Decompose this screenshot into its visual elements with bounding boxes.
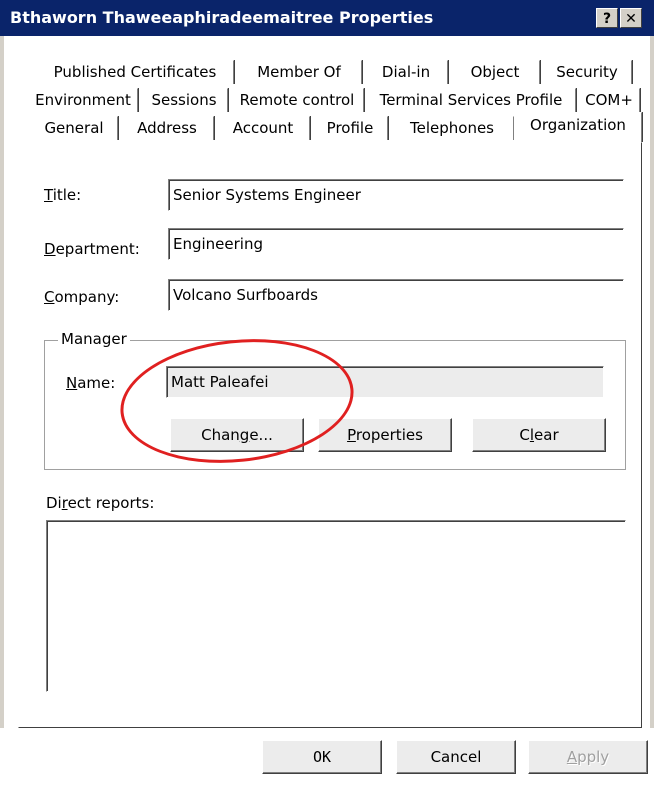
window-border-left — [0, 36, 4, 786]
help-button[interactable]: ? — [596, 8, 618, 28]
tab-account[interactable]: Account — [216, 116, 310, 140]
properties-dialog: Bthaworn Thaweeaphiradeemaitree Properti… — [0, 0, 654, 786]
clear-button[interactable]: Clear — [472, 418, 606, 452]
title-field[interactable]: Senior Systems Engineer — [168, 179, 624, 211]
direct-reports-label: Direct reports: — [46, 494, 155, 512]
tab-dial-in[interactable]: Dial-in — [364, 60, 448, 84]
window-border-right — [650, 36, 654, 786]
tab-sessions[interactable]: Sessions — [140, 88, 228, 112]
tab-address[interactable]: Address — [120, 116, 214, 140]
department-field[interactable]: Engineering — [168, 228, 624, 260]
manager-name-label: Name: — [66, 374, 116, 392]
title-label: Title: — [44, 186, 82, 204]
tab-general[interactable]: General — [30, 116, 118, 140]
window-title: Bthaworn Thaweeaphiradeemaitree Properti… — [10, 8, 434, 27]
tab-environment[interactable]: Environment — [28, 88, 138, 112]
tab-object[interactable]: Object — [450, 60, 540, 84]
company-field[interactable]: Volcano Surfboards — [168, 279, 624, 311]
tab-organization[interactable]: Organization — [514, 112, 642, 142]
apply-button[interactable]: Apply — [528, 740, 648, 774]
company-label: Company: — [44, 288, 120, 306]
direct-reports-list[interactable] — [46, 520, 626, 692]
tab-remote-control[interactable]: Remote control — [230, 88, 364, 112]
manager-name-field[interactable]: Matt Paleafei — [166, 366, 604, 398]
tab-published-certificates[interactable]: Published Certificates — [36, 60, 234, 84]
department-label: Department: — [44, 240, 140, 258]
cancel-button[interactable]: Cancel — [396, 740, 516, 774]
title-bar: Bthaworn Thaweeaphiradeemaitree Properti… — [0, 0, 654, 36]
tab-terminal-services-profile[interactable]: Terminal Services Profile — [366, 88, 576, 112]
ok-button[interactable]: OK — [262, 740, 382, 774]
manager-group-label: Manager — [58, 330, 130, 348]
tab-security[interactable]: Security — [542, 60, 632, 84]
tab-com-plus[interactable]: COM+ — [578, 88, 640, 112]
change-button[interactable]: Change... — [170, 418, 304, 452]
properties-button[interactable]: Properties — [318, 418, 452, 452]
tab-profile[interactable]: Profile — [312, 116, 388, 140]
tab-telephones[interactable]: Telephones — [390, 116, 514, 140]
close-button[interactable]: ✕ — [620, 8, 642, 28]
tab-member-of[interactable]: Member Of — [236, 60, 362, 84]
